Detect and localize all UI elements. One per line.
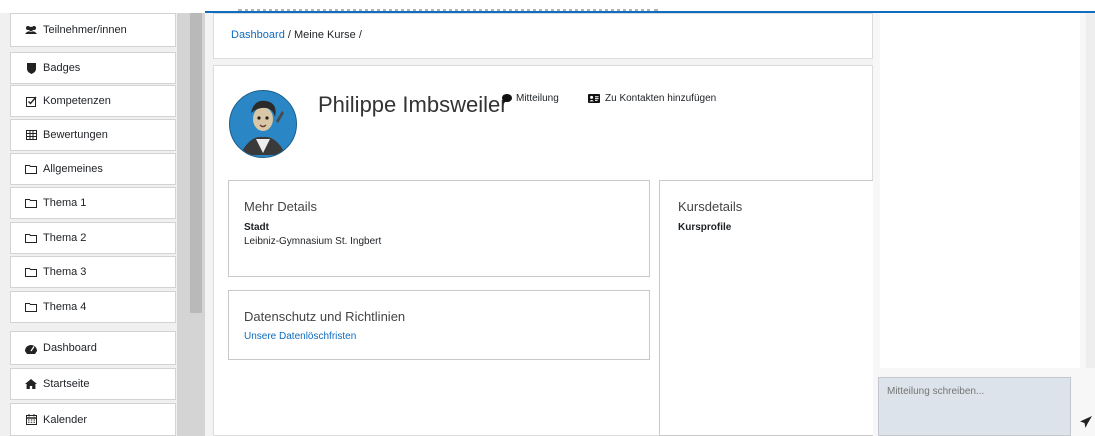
sidebar-item-label: Kalender	[43, 413, 88, 426]
course-profiles-label: Kursprofile	[678, 222, 732, 233]
sidebar-scrollbar-thumb[interactable]	[190, 13, 202, 313]
privacy-section: Datenschutz und Richtlinien Unsere Daten…	[228, 290, 650, 360]
address-card-icon	[588, 94, 600, 103]
sidebar-item-topic-3[interactable]: Thema 3	[10, 256, 176, 288]
data-retention-link[interactable]: Unsere Datenlöschfristen	[244, 331, 356, 342]
home-icon	[25, 378, 37, 390]
profile-name: Philippe Imbsweiler	[318, 92, 508, 117]
table-icon	[25, 129, 37, 141]
sidebar-item-label: Thema 2	[43, 232, 87, 244]
sidebar-item-label: Thema 3	[43, 266, 87, 278]
send-message-label: Mitteilung	[516, 93, 559, 104]
calendar-icon	[25, 414, 37, 426]
sidebar-item-label: Bewertungen	[43, 129, 108, 141]
sidebar-item-badges[interactable]: Badges	[10, 52, 176, 84]
send-icon[interactable]	[1080, 416, 1092, 428]
breadcrumb-separator: /	[358, 29, 362, 41]
folder-icon	[25, 301, 37, 313]
breadcrumb-dashboard-link[interactable]: Dashboard	[231, 29, 285, 41]
sidebar-item-participants[interactable]: Teilnehmer/innen	[10, 13, 176, 47]
sidebar-item-topic-2[interactable]: Thema 2	[10, 222, 176, 254]
sidebar-item-label: Allgemeines	[43, 163, 103, 175]
sidebar-item-topic-4[interactable]: Thema 4	[10, 291, 176, 323]
sidebar-item-label: Thema 4	[43, 301, 87, 313]
message-drawer-content	[880, 13, 1080, 368]
add-contact-label: Zu Kontakten hinzufügen	[605, 93, 717, 104]
dashboard-icon	[25, 342, 37, 354]
sidebar-item-topic-1[interactable]: Thema 1	[10, 187, 176, 219]
sidebar-item-dashboard[interactable]: Dashboard	[10, 331, 176, 365]
details-section-title: Mehr Details	[244, 199, 317, 214]
folder-icon	[25, 266, 37, 278]
breadcrumb-card: Dashboard / Meine Kurse /	[213, 13, 873, 59]
users-icon	[25, 24, 37, 36]
breadcrumb-my-courses[interactable]: Meine Kurse	[294, 29, 356, 41]
privacy-section-title: Datenschutz und Richtlinien	[244, 309, 406, 324]
details-section: Mehr Details Stadt Leibniz-Gymnasium St.…	[228, 180, 650, 277]
breadcrumb-separator: /	[287, 29, 291, 41]
sidebar-item-label: Badges	[43, 62, 81, 74]
folder-icon	[25, 163, 37, 175]
sidebar-item-label: Dashboard	[43, 342, 97, 354]
folder-icon	[25, 197, 37, 209]
message-input[interactable]	[887, 386, 1062, 397]
city-label: Stadt	[244, 222, 269, 233]
sidebar-item-competencies[interactable]: Kompetenzen	[10, 85, 176, 117]
send-message-link[interactable]: Mitteilung	[502, 93, 559, 104]
sidebar-item-home[interactable]: Startseite	[10, 368, 176, 400]
comment-icon	[502, 94, 512, 103]
sidebar-item-label: Kompetenzen	[43, 95, 111, 107]
sidebar-item-label: Thema 1	[43, 197, 87, 209]
avatar[interactable]	[229, 90, 297, 158]
sidebar-item-calendar[interactable]: Kalender	[10, 403, 176, 436]
sidebar-item-label: Startseite	[43, 378, 90, 390]
shield-icon	[25, 62, 37, 74]
course-details-section: Kursdetails Kursprofile	[659, 180, 879, 436]
sidebar-item-general[interactable]: Allgemeines	[10, 153, 176, 185]
city-value: Leibniz-Gymnasium St. Ingbert	[244, 236, 382, 247]
message-drawer-scrollbar[interactable]	[1086, 13, 1095, 368]
folder-icon	[25, 232, 37, 244]
breadcrumb: Dashboard / Meine Kurse /	[231, 29, 362, 41]
sidebar-item-grades[interactable]: Bewertungen	[10, 119, 176, 151]
sidebar-item-label: Teilnehmer/innen	[43, 24, 127, 36]
message-compose-box[interactable]	[878, 377, 1071, 436]
checkbox-icon	[25, 95, 37, 107]
course-details-title: Kursdetails	[678, 199, 743, 214]
add-contact-link[interactable]: Zu Kontakten hinzufügen	[588, 93, 716, 104]
